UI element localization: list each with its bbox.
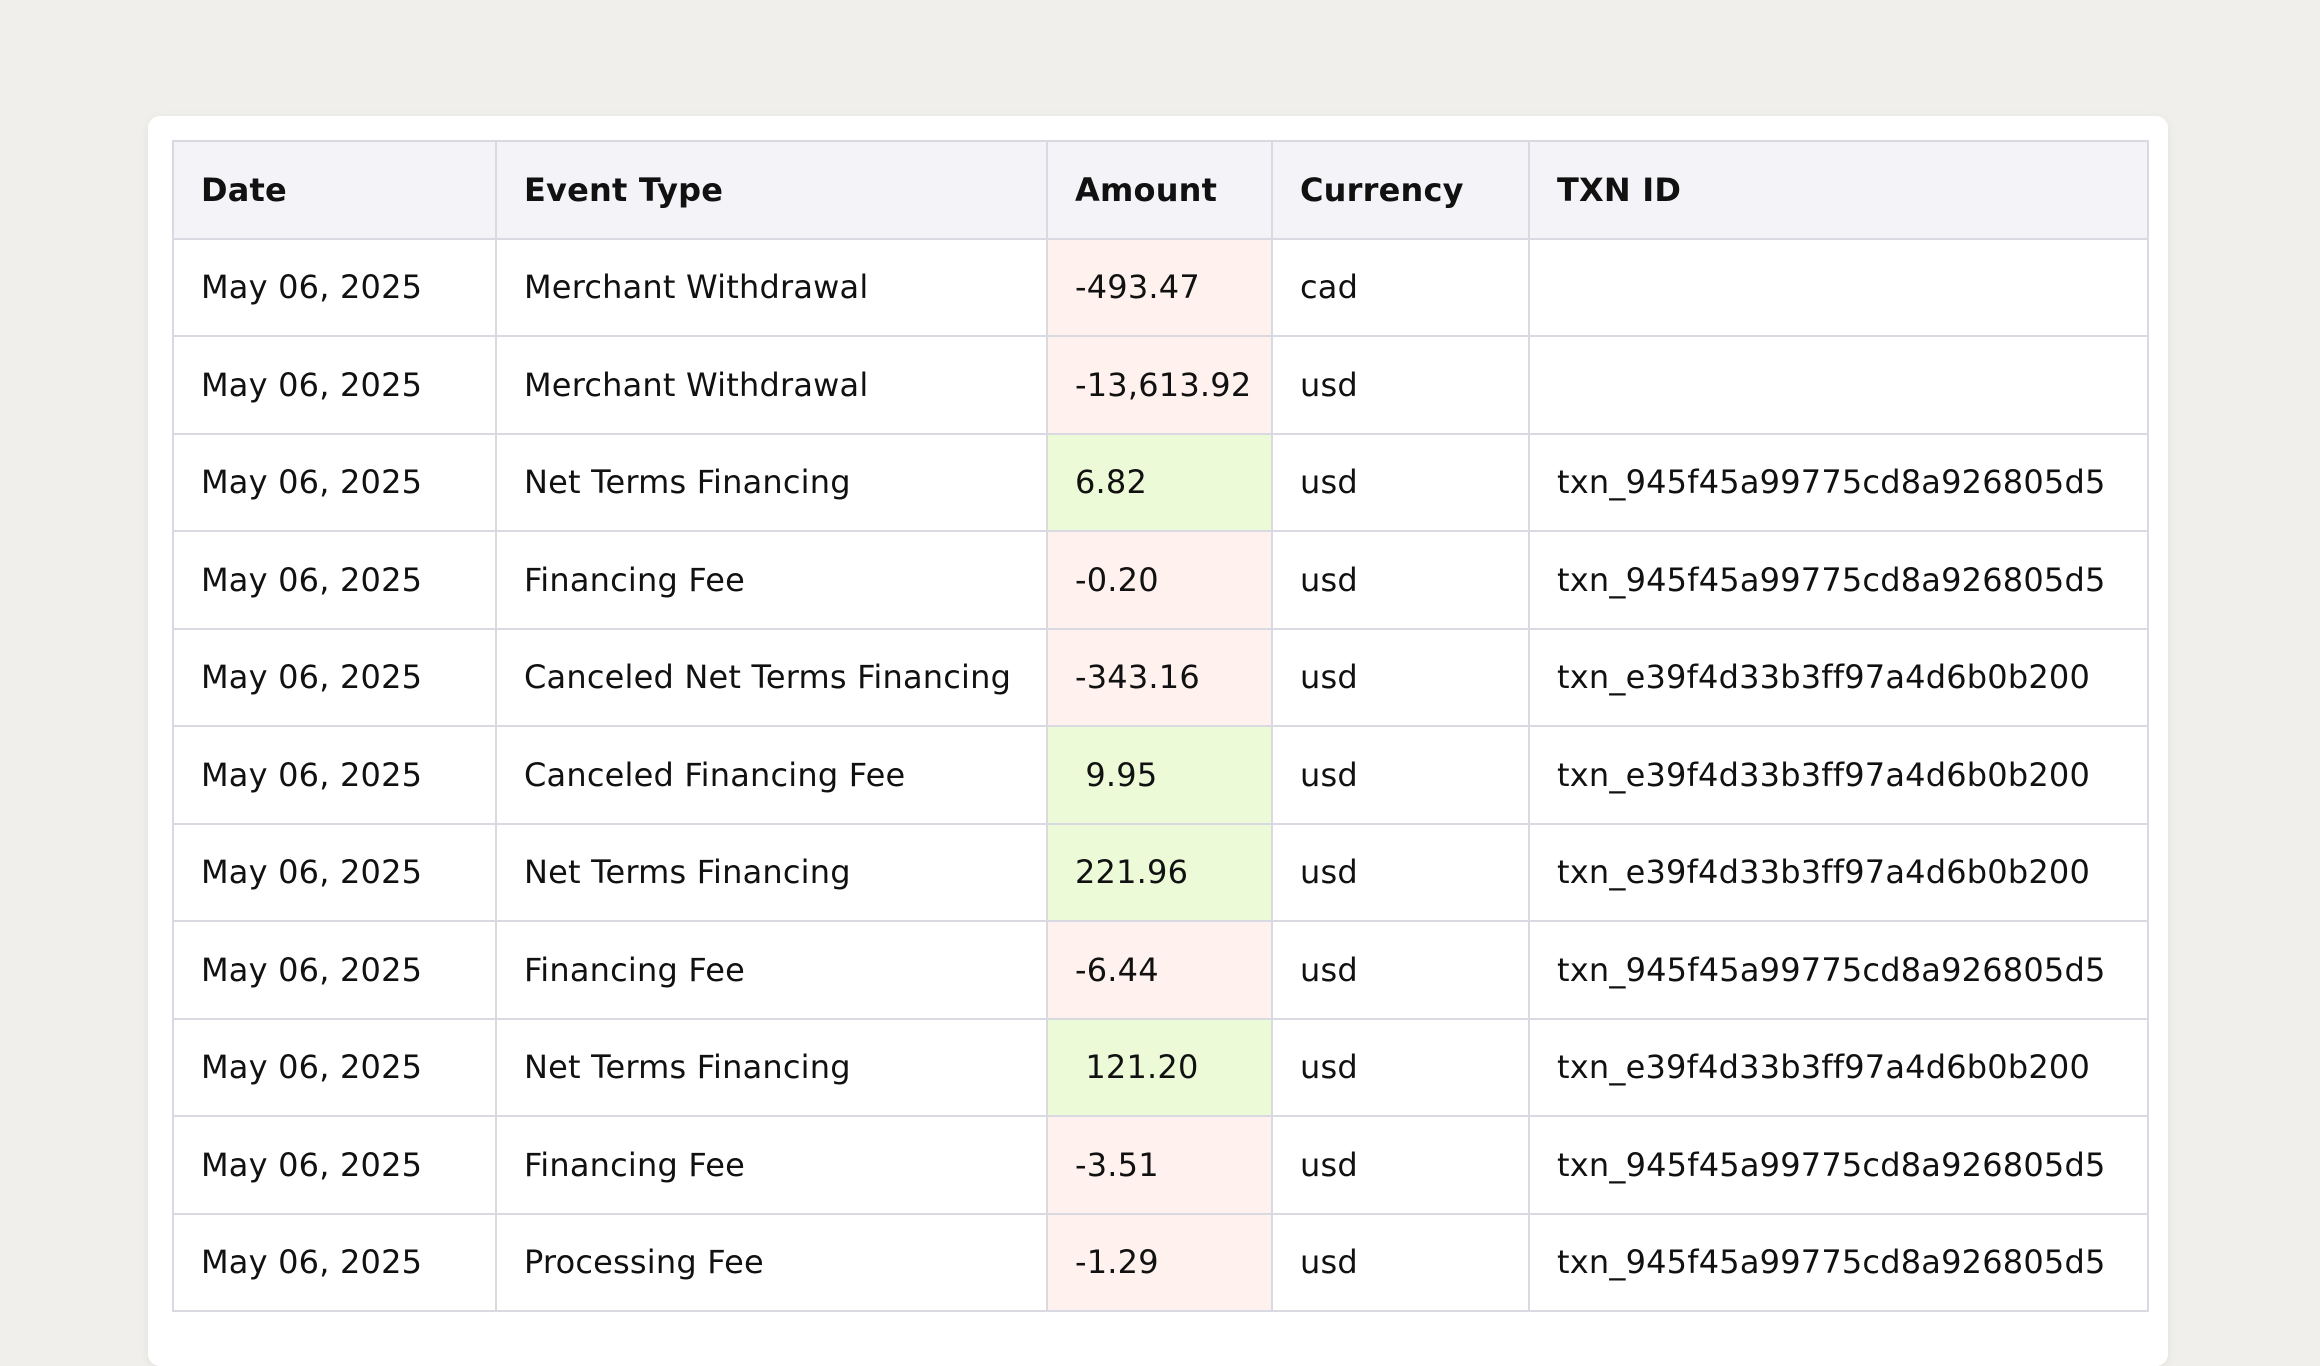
table-row[interactable]: May 06, 2025 Canceled Financing Fee 9.95 u…: [172, 725, 2149, 825]
cell-date: May 06, 2025: [172, 1115, 497, 1215]
cell-amount: 9.95: [1046, 725, 1273, 825]
table-body: May 06, 2025 Merchant Withdrawal -493.47 ca…: [172, 237, 2149, 1312]
cell-currency: usd: [1271, 725, 1530, 825]
cell-txn-id: txn_945f45a99775cd8a926805d5: [1528, 530, 2149, 630]
header-currency[interactable]: Currency: [1271, 140, 1530, 240]
header-amount[interactable]: Amount: [1046, 140, 1273, 240]
table-row[interactable]: May 06, 2025 Processing Fee -1.29 usd txn_94…: [172, 1212, 2149, 1312]
cell-amount: 6.82: [1046, 432, 1273, 532]
cell-amount: 221.96: [1046, 822, 1273, 922]
cell-event-type: Financing Fee: [495, 530, 1048, 630]
cell-event-type: Canceled Financing Fee: [495, 725, 1048, 825]
cell-date: May 06, 2025: [172, 822, 497, 922]
cell-date: May 06, 2025: [172, 237, 497, 337]
cell-txn-id: txn_945f45a99775cd8a926805d5: [1528, 1212, 2149, 1312]
cell-event-type: Financing Fee: [495, 920, 1048, 1020]
cell-txn-id: txn_945f45a99775cd8a926805d5: [1528, 1115, 2149, 1215]
cell-txn-id: [1528, 335, 2149, 435]
cell-amount: 121.20: [1046, 1017, 1273, 1117]
table-row[interactable]: May 06, 2025 Financing Fee -0.20 usd txn_945…: [172, 530, 2149, 630]
cell-txn-id: txn_945f45a99775cd8a926805d5: [1528, 432, 2149, 532]
transactions-card: Date Event Type Amount Currency TXN ID M…: [148, 116, 2168, 1366]
table-row[interactable]: May 06, 2025 Net Terms Financing 121.20 us…: [172, 1017, 2149, 1117]
cell-date: May 06, 2025: [172, 1017, 497, 1117]
cell-amount: -13,613.92: [1046, 335, 1273, 435]
cell-event-type: Merchant Withdrawal: [495, 335, 1048, 435]
cell-currency: usd: [1271, 627, 1530, 727]
cell-txn-id: txn_945f45a99775cd8a926805d5: [1528, 920, 2149, 1020]
table-row[interactable]: May 06, 2025 Net Terms Financing 6.82 usd tx…: [172, 432, 2149, 532]
cell-event-type: Merchant Withdrawal: [495, 237, 1048, 337]
cell-amount: -0.20: [1046, 530, 1273, 630]
table-row[interactable]: May 06, 2025 Financing Fee -6.44 usd txn_945…: [172, 920, 2149, 1020]
cell-txn-id: txn_e39f4d33b3ff97a4d6b0b200: [1528, 1017, 2149, 1117]
cell-currency: usd: [1271, 1115, 1530, 1215]
cell-date: May 06, 2025: [172, 335, 497, 435]
cell-event-type: Net Terms Financing: [495, 1017, 1048, 1117]
cell-txn-id: txn_e39f4d33b3ff97a4d6b0b200: [1528, 822, 2149, 922]
cell-date: May 06, 2025: [172, 920, 497, 1020]
cell-amount: -3.51: [1046, 1115, 1273, 1215]
cell-txn-id: txn_e39f4d33b3ff97a4d6b0b200: [1528, 627, 2149, 727]
cell-currency: usd: [1271, 1212, 1530, 1312]
cell-event-type: Processing Fee: [495, 1212, 1048, 1312]
header-date[interactable]: Date: [172, 140, 497, 240]
cell-txn-id: txn_e39f4d33b3ff97a4d6b0b200: [1528, 725, 2149, 825]
cell-txn-id: [1528, 237, 2149, 337]
header-txn-id[interactable]: TXN ID: [1528, 140, 2149, 240]
cell-amount: -493.47: [1046, 237, 1273, 337]
cell-amount: -343.16: [1046, 627, 1273, 727]
cell-date: May 06, 2025: [172, 432, 497, 532]
cell-amount: -1.29: [1046, 1212, 1273, 1312]
table-row[interactable]: May 06, 2025 Merchant Withdrawal -13,613.9…: [172, 335, 2149, 435]
table-row[interactable]: May 06, 2025 Canceled Net Terms Financing…: [172, 627, 2149, 727]
table-row[interactable]: May 06, 2025 Net Terms Financing 221.96 usd…: [172, 822, 2149, 922]
cell-event-type: Financing Fee: [495, 1115, 1048, 1215]
cell-date: May 06, 2025: [172, 530, 497, 630]
table-header-row: Date Event Type Amount Currency TXN ID: [172, 140, 2149, 240]
cell-currency: usd: [1271, 432, 1530, 532]
cell-date: May 06, 2025: [172, 1212, 497, 1312]
cell-currency: usd: [1271, 920, 1530, 1020]
table-row[interactable]: May 06, 2025 Financing Fee -3.51 usd txn_945…: [172, 1115, 2149, 1215]
table-row[interactable]: May 06, 2025 Merchant Withdrawal -493.47 ca…: [172, 237, 2149, 337]
cell-currency: usd: [1271, 1017, 1530, 1117]
cell-currency: usd: [1271, 530, 1530, 630]
cell-event-type: Canceled Net Terms Financing: [495, 627, 1048, 727]
cell-currency: usd: [1271, 822, 1530, 922]
header-event-type[interactable]: Event Type: [495, 140, 1048, 240]
cell-event-type: Net Terms Financing: [495, 432, 1048, 532]
cell-currency: cad: [1271, 237, 1530, 337]
transactions-table: Date Event Type Amount Currency TXN ID M…: [172, 140, 2149, 1312]
cell-amount: -6.44: [1046, 920, 1273, 1020]
cell-date: May 06, 2025: [172, 725, 497, 825]
cell-date: May 06, 2025: [172, 627, 497, 727]
cell-currency: usd: [1271, 335, 1530, 435]
cell-event-type: Net Terms Financing: [495, 822, 1048, 922]
